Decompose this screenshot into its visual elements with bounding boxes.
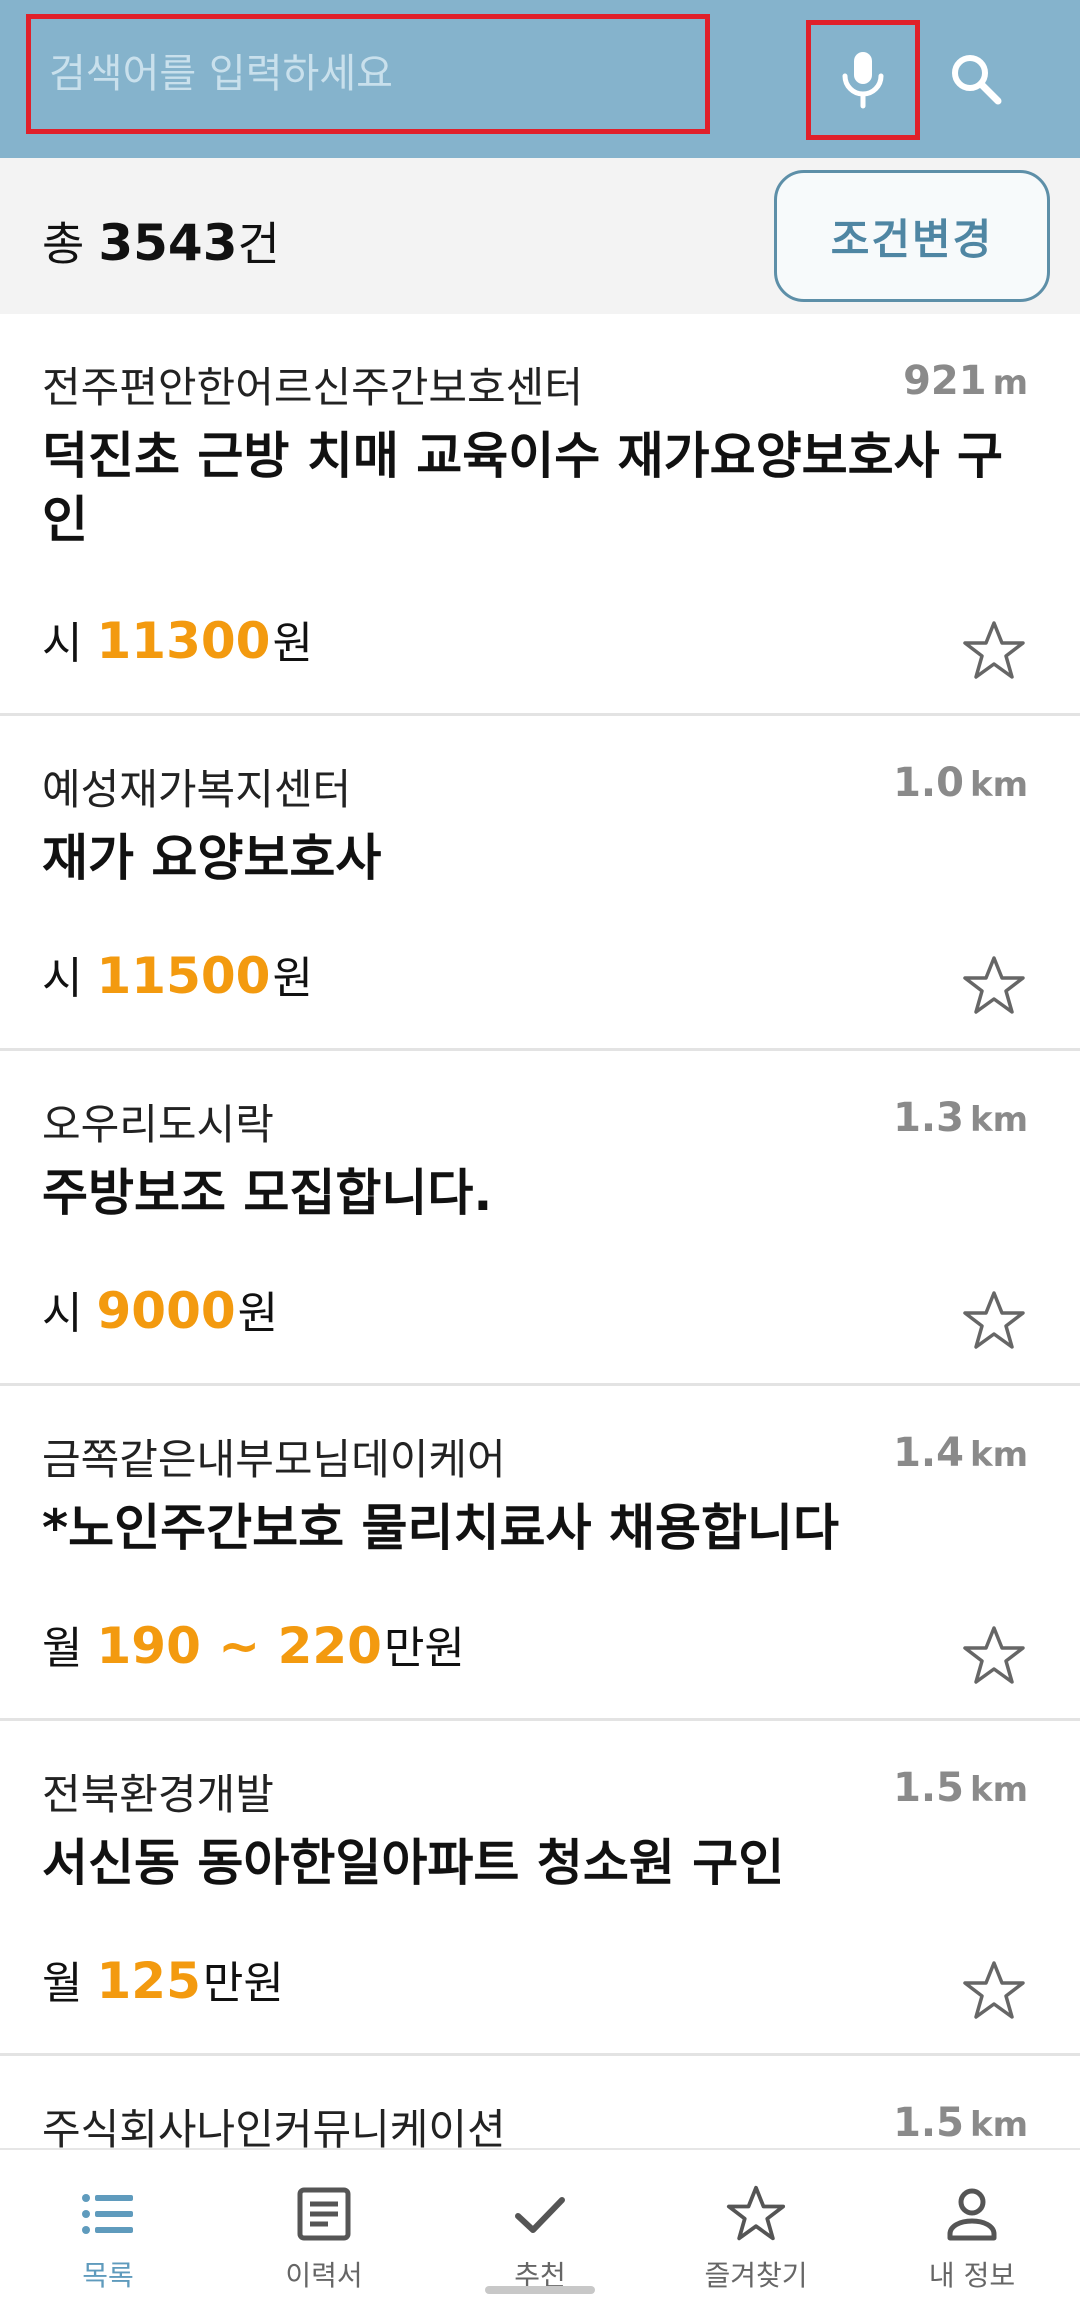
search-button[interactable] xyxy=(928,24,1024,134)
pay-value: 9000 xyxy=(96,1282,236,1340)
job-title: 덕진초 근방 치매 교육이수 재가요양보호사 구인 xyxy=(42,427,1004,549)
nav-label: 내 정보 xyxy=(928,2259,1016,2292)
list-icon xyxy=(82,2194,133,2234)
star-icon[interactable] xyxy=(962,1959,1026,2023)
pay-type: 시 xyxy=(42,618,83,669)
resume-icon xyxy=(297,2187,351,2241)
star-icon xyxy=(726,2185,786,2241)
job-title: 재가 요양보호사 xyxy=(42,829,382,887)
distance-value: 1.5 xyxy=(893,2100,964,2146)
mic-icon xyxy=(842,52,884,109)
distance-unit: km xyxy=(969,1770,1028,1810)
pay-value: 11500 xyxy=(96,947,271,1005)
nav-item-my-info[interactable]: 내 정보 xyxy=(864,2150,1080,2309)
result-summary-bar: 총 3543 건 조건변경 xyxy=(0,158,1080,314)
distance-unit: m xyxy=(992,363,1028,403)
pay-value: 190 ~ 220 xyxy=(96,1617,382,1675)
job-title: 서신동 동아한일아파트 청소원 구인 xyxy=(42,1834,785,1892)
distance-value: 1.4 xyxy=(893,1430,964,1476)
pay-unit: 원 xyxy=(272,953,313,1004)
total-count: 총 3543 건 xyxy=(42,208,280,274)
job-distance: 1.0 km xyxy=(893,760,1028,806)
job-list: 전주편안한어르신주간보호센터 921 m 덕진초 근방 치매 교육이수 재가요양보… xyxy=(0,314,1080,2256)
distance-unit: km xyxy=(969,2105,1028,2145)
pay-type: 월 xyxy=(42,1623,83,1674)
search-box[interactable] xyxy=(26,14,710,134)
job-pay: 시 11300 원 xyxy=(42,607,313,671)
job-organization: 예성재가복지센터 xyxy=(42,765,352,814)
job-organization: 오우리도시락 xyxy=(42,1100,274,1149)
distance-value: 921 xyxy=(903,358,987,404)
change-conditions-button[interactable]: 조건변경 xyxy=(774,170,1050,302)
job-pay: 월 125 만원 xyxy=(42,1947,284,2011)
pay-value: 11300 xyxy=(96,612,271,670)
star-icon[interactable] xyxy=(962,954,1026,1018)
distance-unit: km xyxy=(969,1435,1028,1475)
top-app-bar xyxy=(0,0,1080,158)
search-icon xyxy=(952,55,1002,105)
voice-search-button[interactable] xyxy=(806,20,920,140)
job-list-item[interactable]: 금쪽같은내부모님데이케어 1.4 km *노인주간보호 물리치료사 채용합니다 월… xyxy=(0,1386,1080,1721)
total-prefix: 총 xyxy=(42,217,85,271)
pay-type: 시 xyxy=(42,953,83,1004)
job-organization: 전북환경개발 xyxy=(42,1770,274,1819)
star-icon[interactable] xyxy=(962,1289,1026,1353)
job-title: *노인주간보호 물리치료사 채용합니다 xyxy=(42,1499,839,1557)
nav-item-resume[interactable]: 이력서 xyxy=(216,2150,432,2309)
star-icon[interactable] xyxy=(962,619,1026,683)
star-icon[interactable] xyxy=(962,1624,1026,1688)
person-icon xyxy=(947,2188,997,2241)
job-list-item[interactable]: 예성재가복지센터 1.0 km 재가 요양보호사 시 11500 원 xyxy=(0,716,1080,1051)
pay-unit: 만원 xyxy=(383,1623,465,1674)
pay-unit: 원 xyxy=(237,1288,279,1339)
pay-value: 125 xyxy=(96,1952,201,2010)
nav-label: 이력서 xyxy=(285,2259,363,2292)
nav-label: 즐겨찾기 xyxy=(704,2259,808,2292)
distance-value: 1.5 xyxy=(893,1765,964,1811)
job-title: 주방보조 모집합니다. xyxy=(42,1164,493,1222)
job-distance: 1.5 km xyxy=(893,2100,1028,2146)
job-organization: 전주편안한어르신주간보호센터 xyxy=(42,363,583,412)
nav-label: 목록 xyxy=(82,2259,134,2292)
bottom-navigation: 목록 이력서 추천 즐겨찾기 내 정보 xyxy=(0,2148,1080,2309)
check-icon xyxy=(515,2197,565,2233)
nav-item-list[interactable]: 목록 xyxy=(0,2150,216,2309)
search-input[interactable] xyxy=(49,51,689,97)
distance-value: 1.0 xyxy=(893,760,964,806)
job-list-item[interactable]: 전북환경개발 1.5 km 서신동 동아한일아파트 청소원 구인 월 125 만원 xyxy=(0,1721,1080,2056)
job-distance: 1.5 km xyxy=(893,1765,1028,1811)
distance-unit: km xyxy=(969,1100,1028,1140)
distance-unit: km xyxy=(969,765,1028,805)
pay-unit: 만원 xyxy=(202,1958,284,2009)
total-suffix: 건 xyxy=(237,217,280,271)
job-list-item[interactable]: 전주편안한어르신주간보호센터 921 m 덕진초 근방 치매 교육이수 재가요양보… xyxy=(0,314,1080,716)
job-list-item[interactable]: 오우리도시락 1.3 km 주방보조 모집합니다. 시 9000 원 xyxy=(0,1051,1080,1386)
job-distance: 1.4 km xyxy=(893,1430,1028,1476)
job-distance: 921 m xyxy=(903,358,1028,404)
pay-unit: 원 xyxy=(272,618,313,669)
distance-value: 1.3 xyxy=(893,1095,964,1141)
home-indicator[interactable] xyxy=(485,2286,595,2294)
pay-type: 월 xyxy=(42,1958,83,2009)
job-pay: 시 11500 원 xyxy=(42,942,313,1006)
job-distance: 1.3 km xyxy=(893,1095,1028,1141)
job-organization: 금쪽같은내부모님데이케어 xyxy=(42,1435,506,1484)
job-pay: 월 190 ~ 220 만원 xyxy=(42,1612,465,1676)
pay-type: 시 xyxy=(42,1288,83,1339)
total-count-value: 3543 xyxy=(98,214,238,272)
nav-item-favorites[interactable]: 즐겨찾기 xyxy=(648,2150,864,2309)
job-pay: 시 9000 원 xyxy=(42,1277,278,1341)
